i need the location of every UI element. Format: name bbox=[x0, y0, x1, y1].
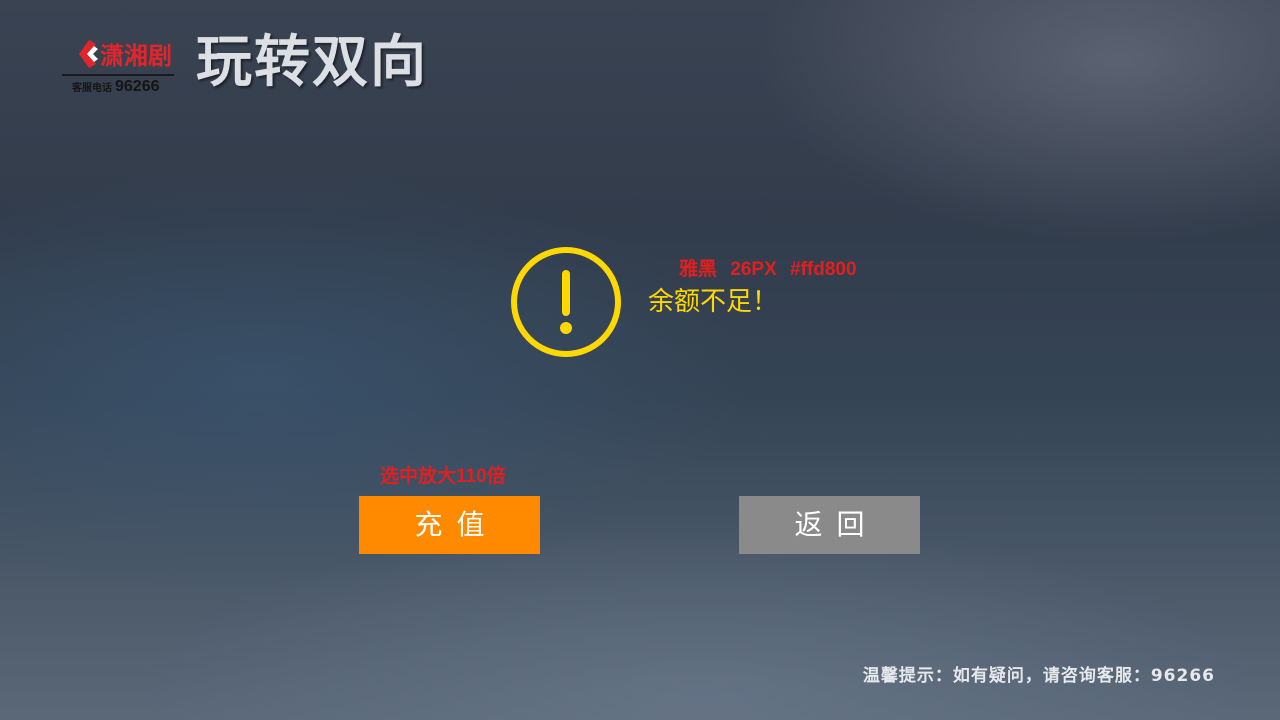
brand-logo-mark: 潇湘剧 bbox=[79, 40, 172, 70]
hotline-label: 客服电话 bbox=[72, 83, 112, 94]
logo-hotline: 客服电话 96266 bbox=[72, 78, 160, 98]
footer-tip: 温馨提示：如有疑问，请咨询客服：96266 bbox=[862, 666, 1215, 686]
page-title: 玩转双向 bbox=[196, 30, 428, 95]
logo-divider bbox=[62, 74, 174, 76]
font-spec-annotation: 雅黑 26PX #ffd800 bbox=[679, 259, 857, 280]
warning-icon bbox=[511, 247, 621, 357]
insufficient-balance-message: 余额不足！ bbox=[648, 287, 779, 317]
brand-logo-text: 潇湘剧 bbox=[100, 42, 172, 70]
brand-logo: 潇湘剧 客服电话 96266 bbox=[62, 34, 176, 98]
focus-scale-annotation: 选中放大110倍 bbox=[380, 466, 506, 487]
back-button[interactable]: 返回 bbox=[739, 496, 920, 554]
recharge-button[interactable]: 充值 bbox=[359, 496, 540, 554]
hotline-number: 96266 bbox=[115, 78, 160, 95]
